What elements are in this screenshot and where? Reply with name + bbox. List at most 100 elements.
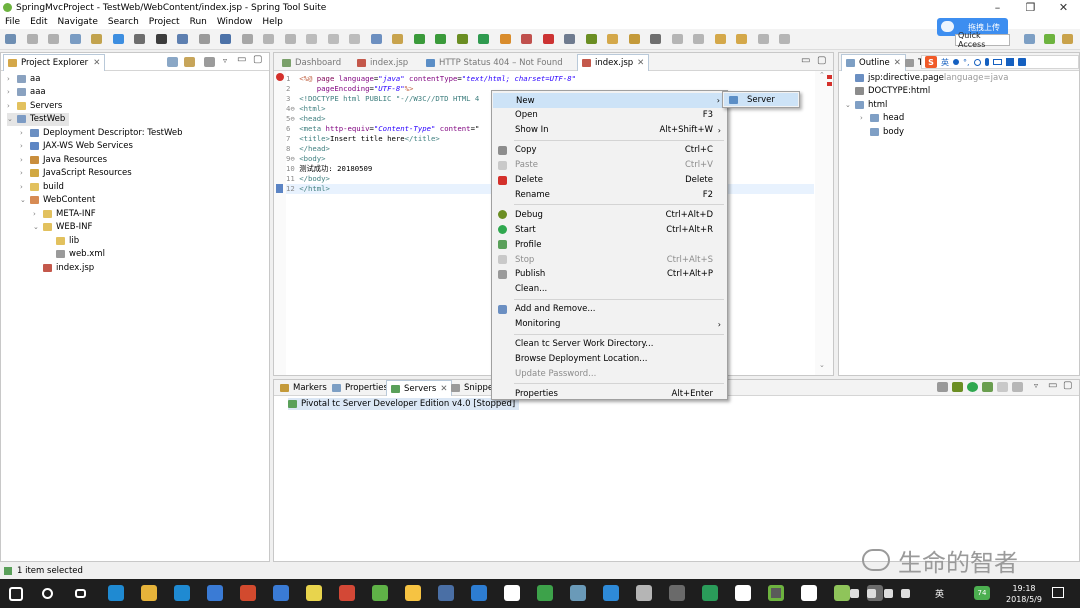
outline-item-2[interactable]: DOCTYPE:html <box>845 85 930 98</box>
app-icon[interactable] <box>240 585 256 601</box>
menu-item-copy[interactable]: Copy Ctrl+C <box>492 143 727 158</box>
tree-item-index-jsp[interactable]: index.jsp <box>33 261 94 274</box>
close-tab-icon[interactable]: ✕ <box>93 58 100 68</box>
view-menu-icon[interactable]: ▿ <box>223 56 227 65</box>
bottom-tab-servers[interactable]: Servers ✕ <box>386 380 453 396</box>
java-perspective-icon[interactable] <box>1062 34 1073 44</box>
tools-icon[interactable] <box>1017 58 1026 66</box>
menu-search[interactable]: Search <box>103 17 144 27</box>
toolbar-icon-25[interactable] <box>521 34 532 44</box>
menu-item-clean[interactable]: Clean... <box>492 282 727 297</box>
stop-server-icon[interactable] <box>997 382 1008 392</box>
chrome-icon[interactable] <box>306 585 322 601</box>
toolbar-icon-1[interactable] <box>5 34 16 44</box>
menu-run[interactable]: Run <box>185 17 212 27</box>
teamviewer-icon[interactable] <box>603 585 619 601</box>
tree-item-testweb[interactable]: ⌄ TestWeb <box>7 112 70 126</box>
menu-navigate[interactable]: Navigate <box>53 17 103 27</box>
skin-icon[interactable] <box>1005 58 1014 66</box>
image-viewer-icon[interactable] <box>801 585 817 601</box>
tree-arrow-icon[interactable]: › <box>20 183 28 191</box>
view-menu-bottom-icon[interactable]: ▿ <box>1034 381 1038 390</box>
tab-project-explorer[interactable]: Project Explorer ✕ <box>3 54 106 71</box>
spring-perspective-icon[interactable] <box>1044 34 1055 44</box>
tree-arrow-icon[interactable]: › <box>860 114 868 122</box>
tree-item-web-inf[interactable]: ⌄ WEB-INF <box>33 221 92 234</box>
menu-help[interactable]: Help <box>257 17 288 27</box>
minimize-editor-icon[interactable]: ▭ <box>801 55 810 66</box>
tree-arrow-icon[interactable]: ⌄ <box>7 115 15 123</box>
editor-tab-4[interactable]: index.jsp ✕ <box>577 54 650 71</box>
toolbar-icon-22[interactable] <box>456 34 468 44</box>
wifi-icon[interactable] <box>850 589 859 598</box>
toolbar-icon-36[interactable] <box>757 34 769 44</box>
excel-icon[interactable] <box>702 585 718 601</box>
notepad-icon[interactable] <box>570 585 586 601</box>
toolbar-icon-13[interactable] <box>263 34 274 44</box>
toolbar-icon-10[interactable] <box>198 34 210 44</box>
toolbar-icon-9[interactable] <box>177 34 188 44</box>
menu-item-debug[interactable]: Debug Ctrl+Alt+D <box>492 207 727 222</box>
bottom-tab-properties[interactable]: Properties <box>328 380 392 396</box>
link-editor-icon[interactable] <box>184 57 195 67</box>
menu-item-profile[interactable]: Profile <box>492 237 727 252</box>
notification-icon[interactable] <box>1052 587 1064 598</box>
menu-item-paste[interactable]: Paste Ctrl+V <box>492 158 727 173</box>
toolbar-icon-11[interactable] <box>220 34 231 44</box>
tree-arrow-icon[interactable]: ⌄ <box>33 223 41 231</box>
quick-access-field[interactable]: Quick Access <box>955 31 1010 49</box>
menu-item-show-in[interactable]: Show In Alt+Shift+W › <box>492 123 727 138</box>
tree-arrow-icon[interactable]: › <box>7 102 15 110</box>
toolbar-icon-16[interactable] <box>327 34 339 44</box>
filter-icon[interactable] <box>204 57 215 67</box>
toolbar-icon-32[interactable] <box>671 34 683 44</box>
app-light-icon[interactable] <box>834 585 850 601</box>
overview-error-marker-2[interactable] <box>827 82 832 86</box>
app-yellow-icon[interactable] <box>405 585 421 601</box>
overview-error-marker[interactable] <box>827 75 832 79</box>
tree-arrow-icon[interactable]: ⌄ <box>20 196 28 204</box>
ie-icon[interactable] <box>174 585 190 601</box>
menu-item-properties[interactable]: Properties Alt+Enter <box>492 386 727 401</box>
menu-project[interactable]: Project <box>144 17 185 27</box>
clock[interactable]: 19:18 2018/5/9 <box>1004 583 1044 605</box>
menu-file[interactable]: File <box>0 17 25 27</box>
app-gray-icon[interactable] <box>636 585 652 601</box>
toolbar-icon-26[interactable] <box>542 34 554 44</box>
maximize-view-icon[interactable]: ▢ <box>253 54 262 65</box>
store-icon[interactable] <box>207 585 223 601</box>
task-view-icon[interactable] <box>75 589 86 598</box>
volume-icon[interactable] <box>867 589 876 598</box>
app-green-icon[interactable] <box>372 585 388 601</box>
outline-item-4[interactable]: › head <box>860 112 904 125</box>
editor-tab-2[interactable]: index.jsp <box>353 54 412 71</box>
start-server-icon[interactable] <box>967 382 978 392</box>
menu-item-clean-tc-server-work-directory[interactable]: Clean tc Server Work Directory... <box>492 337 727 352</box>
debug-server-icon[interactable] <box>952 382 963 392</box>
tree-item-deployment-descriptor-testweb[interactable]: › Deployment Descriptor: TestWeb <box>20 126 183 139</box>
tree-item-servers[interactable]: › Servers <box>7 99 62 112</box>
toolbar-icon-30[interactable] <box>628 34 640 44</box>
toolbar-icon-15[interactable] <box>306 34 317 44</box>
toolbar-icon-3[interactable] <box>48 34 59 44</box>
tree-item-build[interactable]: › build <box>20 180 64 193</box>
ime-indicator[interactable]: 英 <box>935 587 944 600</box>
battery-icon[interactable] <box>901 589 910 598</box>
toolbar-icon-8[interactable] <box>155 34 167 44</box>
menu-item-update-password[interactable]: Update Password... <box>492 366 727 381</box>
clock-app-icon[interactable] <box>273 585 289 601</box>
bottom-tab-snippe[interactable]: Snippe <box>447 380 497 396</box>
menu-item-open[interactable]: Open F3 <box>492 108 727 123</box>
tree-item-javascript-resources[interactable]: › JavaScript Resources <box>20 167 132 180</box>
minimize-bottom-icon[interactable]: ▭ <box>1048 380 1057 391</box>
outline-item-1[interactable]: jsp:directive.page language=java <box>845 71 1008 84</box>
minimize-view-icon[interactable]: ▭ <box>237 54 246 65</box>
toolbar-icon-27[interactable] <box>564 34 575 44</box>
start-icon[interactable] <box>9 587 23 601</box>
menu-item-publish[interactable]: Publish Ctrl+Alt+P <box>492 267 727 282</box>
spring-tool-suite-icon[interactable] <box>768 585 784 601</box>
tree-arrow-icon[interactable]: › <box>20 156 28 164</box>
toolbar-icon-34[interactable] <box>714 34 726 44</box>
microphone-icon[interactable] <box>984 58 989 66</box>
new-server-icon[interactable] <box>937 382 948 392</box>
